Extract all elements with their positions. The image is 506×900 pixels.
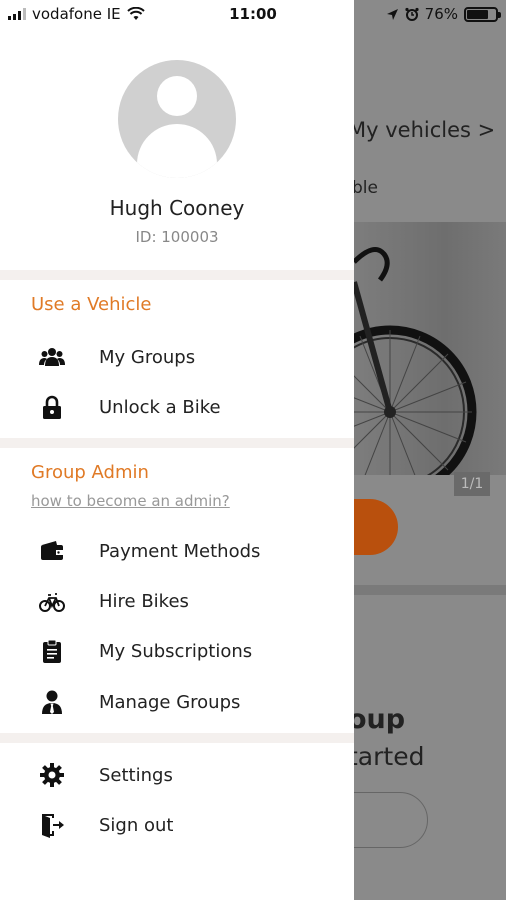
my-vehicles-link: My vehicles > bbox=[354, 118, 496, 142]
user-name: Hugh Cooney bbox=[109, 196, 245, 220]
menu-item-label: My Subscriptions bbox=[99, 640, 253, 662]
clipboard-icon bbox=[38, 637, 66, 665]
menu-item-label: Hire Bikes bbox=[99, 590, 189, 612]
alarm-icon bbox=[405, 7, 419, 21]
menu-item-label: Sign out bbox=[99, 814, 174, 836]
menu-item-sign-out[interactable]: Sign out bbox=[0, 803, 354, 847]
menu-item-label: Manage Groups bbox=[99, 691, 241, 713]
section-title-group-admin: Group Admin bbox=[31, 462, 149, 483]
join-group-heading: oup bbox=[354, 704, 406, 735]
users-group-icon bbox=[38, 343, 66, 371]
menu-item-payment-methods[interactable]: Payment Methods bbox=[0, 529, 354, 573]
secondary-action-button[interactable] bbox=[354, 792, 428, 848]
photo-counter: 1/1 bbox=[454, 472, 490, 496]
user-tie-icon bbox=[38, 688, 66, 716]
menu-item-my-groups[interactable]: My Groups bbox=[0, 335, 354, 379]
menu-item-label: My Groups bbox=[99, 346, 196, 368]
menu-item-my-subscriptions[interactable]: My Subscriptions bbox=[0, 629, 354, 673]
become-admin-link[interactable]: how to become an admin? bbox=[31, 492, 230, 510]
location-arrow-icon bbox=[386, 8, 398, 20]
primary-action-button[interactable] bbox=[354, 499, 398, 555]
avatar[interactable] bbox=[118, 60, 236, 178]
gear-icon bbox=[38, 761, 66, 789]
sign-out-icon bbox=[38, 811, 66, 839]
divider bbox=[0, 270, 354, 280]
wallet-icon bbox=[38, 537, 66, 565]
section-divider bbox=[354, 585, 506, 595]
divider bbox=[0, 733, 354, 743]
menu-item-settings[interactable]: Settings bbox=[0, 753, 354, 797]
menu-item-label: Unlock a Bike bbox=[99, 396, 221, 418]
battery-icon bbox=[464, 6, 501, 22]
menu-item-manage-groups[interactable]: Manage Groups bbox=[0, 680, 354, 724]
battery-percent: 76% bbox=[424, 5, 458, 23]
section-title-use-vehicle: Use a Vehicle bbox=[31, 294, 152, 315]
menu-item-label: Payment Methods bbox=[99, 540, 261, 562]
background-app-overlay[interactable]: My vehicles > ble 1/1 oup tarted bbox=[354, 0, 506, 900]
status-bar: vodafone IE 11:00 76% bbox=[0, 0, 506, 30]
menu-item-label: Settings bbox=[99, 764, 173, 786]
divider bbox=[0, 438, 354, 448]
bicycle-icon bbox=[38, 587, 66, 615]
menu-item-hire-bikes[interactable]: Hire Bikes bbox=[0, 579, 354, 623]
lock-icon bbox=[38, 393, 66, 421]
side-drawer: Hugh Cooney ID: 100003 Use a Vehicle My … bbox=[0, 0, 354, 900]
menu-item-unlock-bike[interactable]: Unlock a Bike bbox=[0, 385, 354, 429]
available-label: ble bbox=[354, 178, 378, 198]
get-started-text: tarted bbox=[354, 742, 425, 771]
user-id: ID: 100003 bbox=[135, 228, 219, 246]
bicycle-image bbox=[354, 247, 477, 499]
bike-photo: 1/1 bbox=[354, 222, 506, 499]
